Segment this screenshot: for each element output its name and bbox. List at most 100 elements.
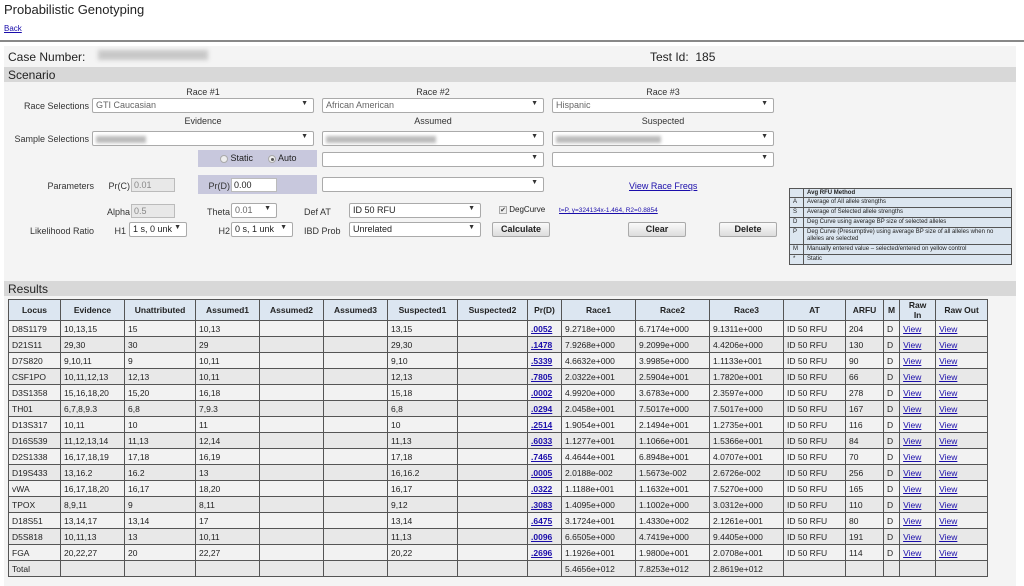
- raw-out-view-link[interactable]: View: [939, 500, 957, 510]
- prd-link[interactable]: .6475: [531, 516, 552, 526]
- suspected-select[interactable]: ▼: [552, 131, 774, 146]
- prd-link[interactable]: .3083: [531, 500, 552, 510]
- raw-in-view-link[interactable]: View: [903, 484, 921, 494]
- calculate-button[interactable]: Calculate: [492, 222, 550, 237]
- prd-link[interactable]: .5339: [531, 356, 552, 366]
- prd-input[interactable]: 0.00: [231, 178, 277, 192]
- cell-raw-out: View: [935, 320, 989, 337]
- raw-out-view-link[interactable]: View: [939, 516, 957, 526]
- cell-race2: 1.9800e+001: [635, 544, 710, 561]
- cell-suspected2: [457, 528, 528, 545]
- prd-link[interactable]: .0322: [531, 484, 552, 494]
- cell-suspected1: 13,15: [387, 320, 458, 337]
- cell-evidence: 9,10,11: [60, 352, 125, 369]
- raw-in-view-link[interactable]: View: [903, 356, 921, 366]
- evidence-select[interactable]: ▼: [92, 131, 314, 146]
- prd-link[interactable]: .0096: [531, 532, 552, 542]
- back-link[interactable]: Back: [4, 24, 22, 34]
- cell-unattributed: 10: [124, 416, 196, 433]
- cell-m: D: [882, 496, 901, 513]
- cell-locus: D18S51: [8, 512, 61, 529]
- alpha-input[interactable]: 0.5: [131, 204, 175, 218]
- h1-label: H1: [114, 226, 126, 236]
- degcurve-checkbox[interactable]: ✔: [499, 205, 507, 214]
- raw-out-view-link[interactable]: View: [939, 548, 957, 558]
- ibd-prob-select[interactable]: Unrelated ▼: [349, 222, 481, 237]
- prd-link[interactable]: .0294: [531, 404, 552, 414]
- raw-out-view-link[interactable]: View: [939, 340, 957, 350]
- static-radio[interactable]: [220, 154, 228, 163]
- cell-suspected1: 13,14: [387, 512, 458, 529]
- prd-link[interactable]: .2696: [531, 548, 552, 558]
- results-header-row: Locus Evidence Unattributed Assumed1 Assumed…: [8, 299, 989, 321]
- race2-select[interactable]: African American ▼: [322, 98, 544, 113]
- raw-out-view-link[interactable]: View: [939, 420, 957, 430]
- auto-option[interactable]: Auto: [268, 153, 297, 163]
- prd-link[interactable]: .0052: [531, 324, 552, 334]
- cell-assumed1: 16,18: [195, 384, 260, 401]
- prd-link[interactable]: .7805: [531, 372, 552, 382]
- extra-select[interactable]: ▼: [322, 177, 544, 192]
- cell-at: ID 50 RFU: [783, 464, 846, 481]
- raw-in-view-link[interactable]: View: [903, 340, 921, 350]
- auto-radio[interactable]: [268, 154, 276, 163]
- cell-assumed2: [259, 448, 324, 465]
- total-race2: 7.8253e+012: [635, 560, 710, 577]
- theta-select[interactable]: 0.01 ▼: [231, 203, 277, 218]
- race1-value: GTI Caucasian: [96, 100, 157, 110]
- view-race-freqs-link[interactable]: View Race Freqs: [629, 181, 697, 191]
- raw-out-view-link[interactable]: View: [939, 484, 957, 494]
- cell-race2: 3.6783e+000: [635, 384, 710, 401]
- prd-label: Pr(D): [208, 181, 231, 191]
- raw-in-view-link[interactable]: View: [903, 420, 921, 430]
- column-header-raw-in: Raw In: [899, 299, 937, 321]
- raw-in-view-link[interactable]: View: [903, 516, 921, 526]
- prd-link[interactable]: .6033: [531, 436, 552, 446]
- prd-link[interactable]: .0005: [531, 468, 552, 478]
- suspected-select-2[interactable]: ▼: [552, 152, 774, 167]
- raw-out-view-link[interactable]: View: [939, 388, 957, 398]
- raw-in-view-link[interactable]: View: [903, 452, 921, 462]
- raw-out-view-link[interactable]: View: [939, 404, 957, 414]
- raw-out-view-link[interactable]: View: [939, 532, 957, 542]
- cell-suspected2: [457, 384, 528, 401]
- cell-arfu: 90: [845, 352, 884, 369]
- raw-in-view-link[interactable]: View: [903, 372, 921, 382]
- cell-evidence: 15,16,18,20: [60, 384, 125, 401]
- raw-out-view-link[interactable]: View: [939, 372, 957, 382]
- prd-link[interactable]: .7465: [531, 452, 552, 462]
- h1-select[interactable]: 1 s, 0 unk ▼: [129, 222, 187, 237]
- raw-out-view-link[interactable]: View: [939, 356, 957, 366]
- degcurve-formula-link[interactable]: t=P, y=324134x-1.464, R2=0.8854: [559, 207, 658, 214]
- race3-select[interactable]: Hispanic ▼: [552, 98, 774, 113]
- clear-button[interactable]: Clear: [628, 222, 686, 237]
- prc-input[interactable]: 0.01: [131, 178, 175, 192]
- assumed-select[interactable]: ▼: [322, 131, 544, 146]
- legend-key: S: [789, 207, 804, 218]
- raw-in-view-link[interactable]: View: [903, 324, 921, 334]
- static-option[interactable]: Static: [220, 153, 253, 163]
- delete-button[interactable]: Delete: [719, 222, 777, 237]
- prd-link[interactable]: .0002: [531, 388, 552, 398]
- race1-select[interactable]: GTI Caucasian ▼: [92, 98, 314, 113]
- def-at-select[interactable]: ID 50 RFU ▼: [349, 203, 481, 218]
- raw-out-view-link[interactable]: View: [939, 436, 957, 446]
- assumed-select-2[interactable]: ▼: [322, 152, 544, 167]
- raw-in-view-link[interactable]: View: [903, 468, 921, 478]
- raw-in-view-link[interactable]: View: [903, 388, 921, 398]
- raw-in-view-link[interactable]: View: [903, 436, 921, 446]
- h2-select[interactable]: 0 s, 1 unk ▼: [231, 222, 293, 237]
- raw-out-view-link[interactable]: View: [939, 452, 957, 462]
- raw-in-view-link[interactable]: View: [903, 500, 921, 510]
- raw-out-view-link[interactable]: View: [939, 324, 957, 334]
- raw-in-view-link[interactable]: View: [903, 532, 921, 542]
- prd-link[interactable]: .1478: [531, 340, 552, 350]
- degcurve-option[interactable]: ✔ DegCurve: [499, 205, 545, 214]
- total-empty-cell: [935, 560, 989, 577]
- cell-assumed1: 8,11: [195, 496, 260, 513]
- raw-in-view-link[interactable]: View: [903, 404, 921, 414]
- cell-at: ID 50 RFU: [783, 416, 846, 433]
- raw-in-view-link[interactable]: View: [903, 548, 921, 558]
- prd-link[interactable]: .2514: [531, 420, 552, 430]
- raw-out-view-link[interactable]: View: [939, 468, 957, 478]
